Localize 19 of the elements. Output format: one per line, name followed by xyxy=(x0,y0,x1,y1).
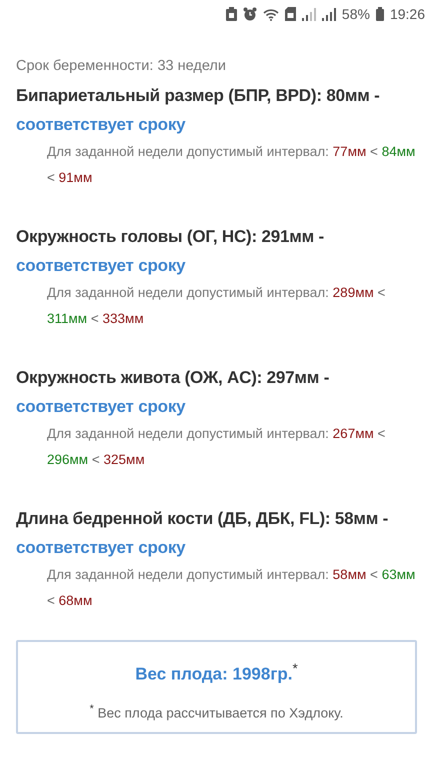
measurement-heading: Бипариетальный размер (БПР, BPD): 80мм - соответствует сроку xyxy=(16,85,381,136)
footnote-text: $^{*}$ Вес плода рассчитывается по Хэдлоку. xyxy=(88,702,344,722)
range-text: Для заданной недели допустимый интервал: 77мм < 84мм < 91мм xyxy=(47,143,416,187)
wifi-icon xyxy=(262,8,279,20)
alarm-icon xyxy=(242,7,257,21)
weight-value: Вес плода: 1998гр.$^{*}$ xyxy=(134,660,299,686)
sim-icon xyxy=(284,7,296,21)
clock-time: 19:26 xyxy=(390,6,425,22)
range-text: Для заданной недели допустимый интервал: 289мм < 311мм < 333мм xyxy=(47,284,386,328)
measurement-heading: Длина бедренной кости (ДБ, ДБК, FL): 58мм - соответствует сроку xyxy=(16,508,390,559)
range-text: Для заданной недели допустимый интервал: 267мм < 296мм < 325мм xyxy=(47,425,386,469)
measurement-heading: Окружность головы (ОГ, HC): 291мм - соответствует сроку xyxy=(16,226,326,277)
battery-percent: 58% xyxy=(342,6,370,22)
signal-icon xyxy=(302,8,316,20)
range-text: Для заданной недели допустимый интервал: 58мм < 63мм < 68мм xyxy=(47,566,416,610)
measurement-heading: Окружность живота (ОЖ, AC): 297мм - соответствует сроку xyxy=(16,367,330,418)
signal-icon xyxy=(322,8,336,20)
battery-icon xyxy=(376,7,384,21)
pregnancy-term: Срок беременности: 33 недели xyxy=(16,57,227,76)
